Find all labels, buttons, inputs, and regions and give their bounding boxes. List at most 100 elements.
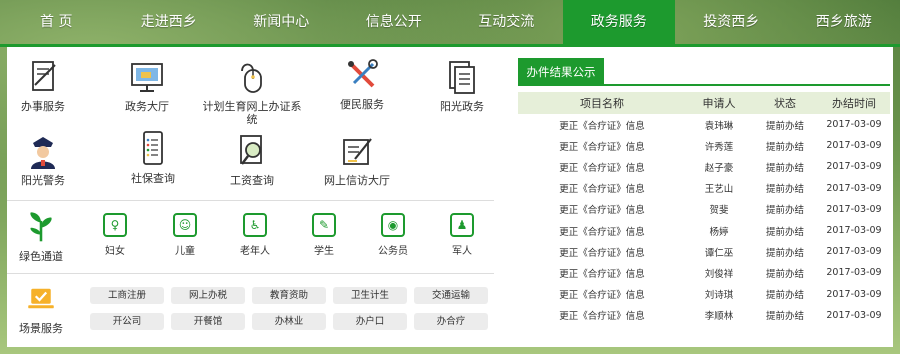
green-item-students[interactable]: ✎ 学生: [298, 213, 350, 257]
service-item[interactable]: 阳光政务: [412, 57, 512, 113]
green-item-civil-servants[interactable]: ◉ 公务员: [367, 213, 419, 257]
table-cell: 2017-03-09: [826, 182, 882, 194]
nav-item-home[interactable]: 首 页: [0, 0, 113, 44]
scene-tag[interactable]: 教育资助: [252, 287, 326, 304]
scene-tag[interactable]: 办林业: [252, 313, 326, 330]
nav-item-gov-services[interactable]: 政务服务: [562, 0, 675, 44]
service-item[interactable]: 社保查询: [103, 129, 203, 185]
nav-item-about[interactable]: 走进西乡: [113, 0, 226, 44]
table-cell[interactable]: 更正《合疗证》信息: [518, 305, 686, 324]
tools-icon: [348, 59, 378, 88]
laptop-check-icon: [28, 288, 54, 309]
table-cell: 提前办结: [765, 141, 804, 153]
table-cell[interactable]: 更正《合疗证》信息: [518, 135, 686, 156]
phone-list-icon: [143, 131, 163, 165]
table-cell: 2017-03-09: [826, 225, 882, 237]
scene-service-label: 场景服务: [19, 322, 63, 335]
service-label: 计划生育网上办证系统: [202, 100, 302, 126]
table-cell[interactable]: 更正《合疗证》信息: [518, 178, 686, 199]
magnifier-doc-icon: [240, 135, 262, 165]
table-cell: 袁玮琳: [704, 120, 734, 132]
service-item[interactable]: 便民服务: [312, 55, 412, 111]
table-row[interactable]: 更正《合疗证》信息 王艺山 提前办结 2017-03-09: [518, 178, 890, 199]
table-cell[interactable]: 更正《合疗证》信息: [518, 262, 686, 283]
table-cell: 2017-03-09: [826, 267, 882, 279]
results-title[interactable]: 办件结果公示: [518, 58, 604, 86]
table-row[interactable]: 更正《合疗证》信息 贺斐 提前办结 2017-03-09: [518, 199, 890, 220]
results-table-wrap: 项目名称 申请人 状态 办结时间 更正《合疗证》信息 袁玮琳提前办结 2017-03…: [518, 92, 890, 324]
results-table: 项目名称 申请人 状态 办结时间 更正《合疗证》信息 袁玮琳提前办结 2017-03…: [518, 92, 890, 324]
green-channel-label: 绿色通道: [19, 250, 63, 263]
woman-icon: ♀: [103, 213, 127, 237]
service-item[interactable]: 政务大厅: [97, 57, 197, 113]
table-row[interactable]: 更正《合疗证》信息 袁玮琳 提前办结 2017-03-09: [518, 114, 890, 135]
mouse-icon: [241, 63, 262, 93]
table-cell[interactable]: 更正《合疗证》信息: [518, 220, 686, 241]
nav-item-invest[interactable]: 投资西乡: [675, 0, 788, 44]
table-row[interactable]: 更正《合疗证》信息 杨婷 提前办结 2017-03-09: [518, 220, 890, 241]
table-cell: 提前办结: [765, 247, 804, 259]
green-item-soldiers[interactable]: ♟ 军人: [436, 213, 488, 257]
green-item-children[interactable]: ☺ 儿童: [159, 213, 211, 257]
table-cell[interactable]: 更正《合疗证》信息: [518, 241, 686, 262]
green-item-women[interactable]: ♀ 妇女: [89, 213, 141, 257]
camera-icon: ◉: [381, 213, 405, 237]
table-cell: 李顺林: [704, 311, 734, 323]
service-item[interactable]: 办事服务: [0, 57, 93, 113]
table-header-row: 项目名称 申请人 状态 办结时间: [518, 92, 890, 114]
table-cell: 2017-03-09: [826, 140, 882, 152]
documents-icon: [449, 61, 475, 94]
table-cell: 贺斐: [709, 205, 729, 217]
scene-service-main[interactable]: 场景服务: [15, 285, 67, 336]
results-panel: 办件结果公示 项目名称 申请人 状态 办结时间 更正《合疗证》信息 袁玮琳提前办结…: [518, 47, 890, 347]
child-icon: ☺: [173, 213, 197, 237]
table-cell: 2017-03-09: [826, 203, 882, 215]
nav-item-tourism[interactable]: 西乡旅游: [788, 0, 900, 44]
table-cell[interactable]: 更正《合疗证》信息: [518, 284, 686, 305]
table-cell: 提前办结: [765, 162, 804, 174]
scene-tag[interactable]: 工商注册: [90, 287, 164, 304]
nav-item-info[interactable]: 信息公开: [338, 0, 451, 44]
scene-tag[interactable]: 办合疗: [414, 313, 488, 330]
green-item-label: 军人: [452, 246, 472, 257]
table-row[interactable]: 更正《合疗证》信息 刘诗琪 提前办结 2017-03-09: [518, 284, 890, 305]
service-item[interactable]: 计划生育网上办证系统: [202, 57, 302, 126]
scene-tag[interactable]: 交通运输: [414, 287, 488, 304]
nav-item-news[interactable]: 新闻中心: [225, 0, 338, 44]
main-nav: 首 页 走进西乡 新闻中心 信息公开 互动交流 政务服务 投资西乡 西乡旅游: [0, 0, 900, 44]
green-channel-main[interactable]: 绿色通道: [15, 209, 67, 264]
table-row[interactable]: 更正《合疗证》信息 赵子豪 提前办结 2017-03-09: [518, 156, 890, 177]
police-icon: [31, 137, 55, 169]
service-label: 办事服务: [21, 100, 65, 113]
table-row[interactable]: 更正《合疗证》信息 刘俊祥 提前办结 2017-03-09: [518, 262, 890, 283]
green-item-label: 儿童: [175, 246, 195, 257]
table-row[interactable]: 更正《合疗证》信息 许秀莲 提前办结 2017-03-09: [518, 135, 890, 156]
table-cell: 刘诗琪: [704, 290, 734, 302]
table-row[interactable]: 更正《合疗证》信息 谭仁巫 提前办结 2017-03-09: [518, 241, 890, 262]
scene-service: 场景服务 工商注册 网上办税 教育资助 卫生计生 交通运输 开公司 开餐馆 办林…: [7, 279, 507, 343]
service-item[interactable]: 阳光警务: [0, 131, 93, 187]
scene-tag[interactable]: 开餐馆: [171, 313, 245, 330]
table-cell: 赵子豪: [704, 162, 734, 174]
service-item[interactable]: 工资查询: [202, 131, 302, 187]
table-cell: 谭仁巫: [704, 247, 734, 259]
table-cell: 提前办结: [765, 311, 804, 323]
table-cell[interactable]: 更正《合疗证》信息: [518, 199, 686, 220]
scene-tag[interactable]: 卫生计生: [333, 287, 407, 304]
table-cell: 2017-03-09: [826, 288, 882, 300]
table-cell[interactable]: 更正《合疗证》信息: [518, 114, 686, 135]
scene-tag[interactable]: 网上办税: [171, 287, 245, 304]
service-item[interactable]: 网上信访大厅: [307, 131, 407, 187]
green-item-label: 学生: [314, 246, 334, 257]
nav-item-interaction[interactable]: 互动交流: [450, 0, 563, 44]
table-cell: 2017-03-09: [826, 119, 882, 131]
table-cell: 提前办结: [765, 268, 804, 280]
scene-tag[interactable]: 办户口: [333, 313, 407, 330]
table-cell[interactable]: 更正《合疗证》信息: [518, 156, 686, 177]
green-item-elderly[interactable]: ♿ 老年人: [229, 213, 281, 257]
scene-tag[interactable]: 开公司: [90, 313, 164, 330]
table-row[interactable]: 更正《合疗证》信息 李顺林 提前办结 2017-03-09: [518, 305, 890, 324]
table-cell: 2017-03-09: [826, 246, 882, 258]
service-label: 阳光警务: [21, 174, 65, 187]
green-item-label: 妇女: [105, 246, 125, 257]
